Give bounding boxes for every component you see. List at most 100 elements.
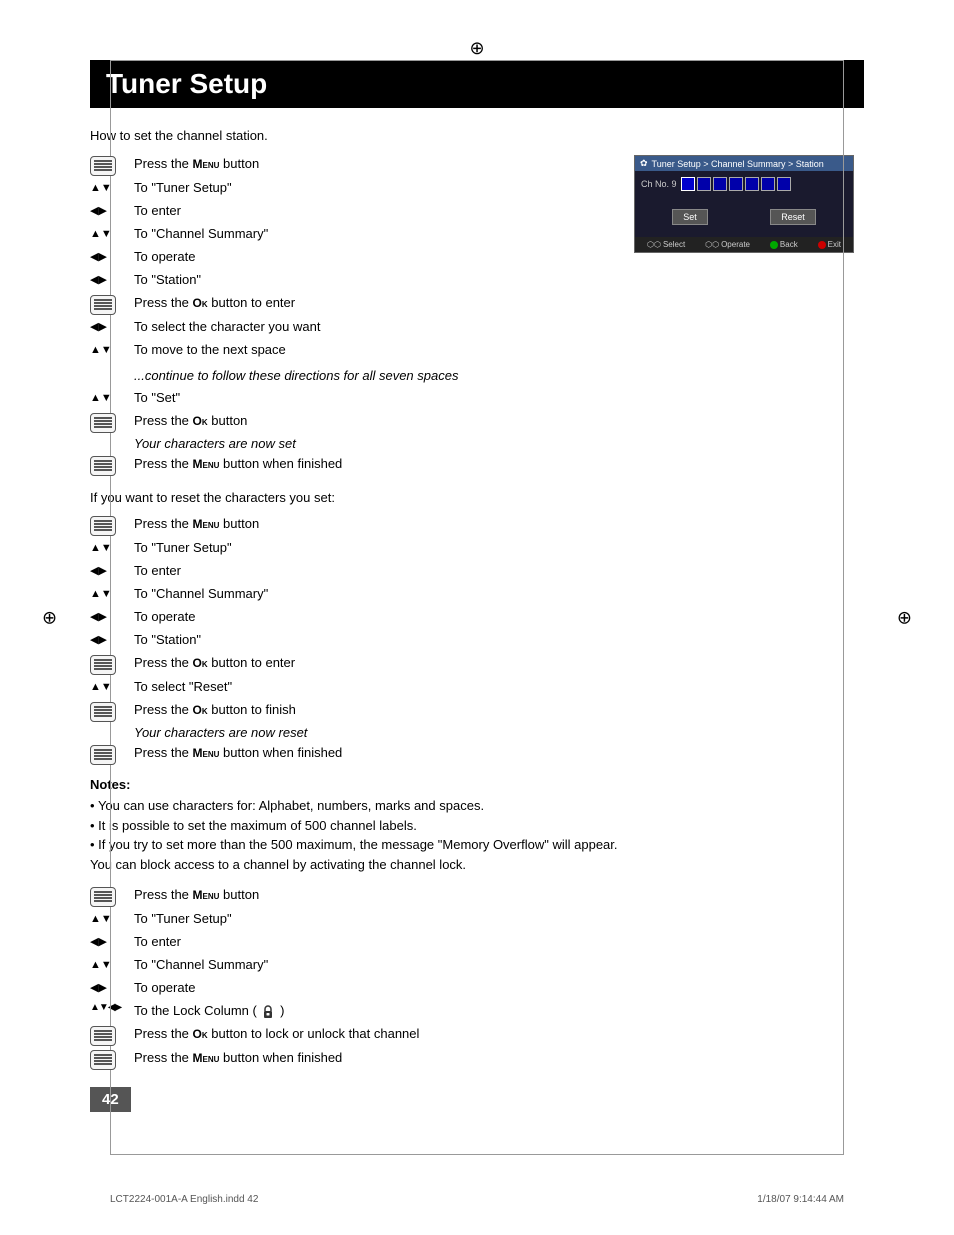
arrow-ud-icon-7 bbox=[90, 678, 134, 693]
step-text-tuner-2: To "Tuner Setup" bbox=[134, 539, 864, 557]
footer-operate: ⬡⬡ Operate bbox=[705, 240, 750, 249]
menu-icon-4 bbox=[90, 455, 134, 476]
step-ok-enter-2: Press the Ok button to enter bbox=[90, 654, 864, 675]
menu-icon-11 bbox=[90, 1049, 134, 1070]
step-select-reset: To select "Reset" bbox=[90, 678, 864, 698]
step-ok-finish: Press the Ok button to finish bbox=[90, 701, 864, 722]
arrow-lr-icon-9 bbox=[90, 979, 134, 994]
step-ok-enter-1: Press the Ok button to enter bbox=[90, 294, 614, 315]
arrow-lr-icon-3 bbox=[90, 271, 134, 286]
step-text-chsum-1: To "Channel Summary" bbox=[134, 225, 614, 243]
step-station-1: To "Station" bbox=[90, 271, 614, 291]
step-text-lockcolumn: To the Lock Column ( ) bbox=[134, 1002, 864, 1020]
arrow-ud-icon-5 bbox=[90, 539, 134, 554]
step-lock-column: ▲▼◀▶ To the Lock Column ( ) bbox=[90, 1002, 864, 1022]
notes-section: Notes: You can use characters for: Alpha… bbox=[90, 777, 864, 874]
chars-now-reset-note: Your characters are now reset bbox=[134, 725, 864, 740]
step-text-nextsp: To move to the next space bbox=[134, 341, 614, 359]
step-text-okbtn-1: Press the Ok button bbox=[134, 412, 864, 430]
arrow-ud-icon-3 bbox=[90, 341, 134, 356]
step-text-menu-2: Press the Menu button bbox=[134, 515, 864, 533]
menu-btn-icon-2 bbox=[90, 295, 116, 315]
char-box-7 bbox=[777, 177, 791, 191]
lock-icon bbox=[262, 1005, 274, 1019]
footer-left-text: LCT2224-001A-A English.indd 42 bbox=[110, 1194, 258, 1205]
section1-layout: Press the Menu button To "Tuner Setup" T… bbox=[90, 155, 864, 364]
reg-mark-left: ⊕ bbox=[42, 607, 57, 628]
step-text-1: Press the Menu button bbox=[134, 155, 614, 173]
arrow-lr-icon-8 bbox=[90, 933, 134, 948]
step-text-ok-1: Press the Ok button to enter bbox=[134, 294, 614, 312]
arrow-lr-icon-4 bbox=[90, 318, 134, 333]
step-press-menu-1: Press the Menu button bbox=[90, 155, 614, 176]
step-text-okfinish: Press the Ok button to finish bbox=[134, 701, 864, 719]
step-text-enter-1: To enter bbox=[134, 202, 614, 220]
char-box-5 bbox=[745, 177, 759, 191]
screenshot-ch-row: Ch No. 9 bbox=[641, 177, 847, 191]
step-ch-summary-3: To "Channel Summary" bbox=[90, 956, 864, 976]
menu-btn-icon-11 bbox=[90, 1050, 116, 1070]
step-enter-2: To enter bbox=[90, 562, 864, 582]
step-text-selreset: To select "Reset" bbox=[134, 678, 864, 696]
step-text-tuner-1: To "Tuner Setup" bbox=[134, 179, 614, 197]
footer-select-label: Select bbox=[663, 240, 685, 249]
step-text-chsum-2: To "Channel Summary" bbox=[134, 585, 864, 603]
step-text-menu-3: Press the Menu button bbox=[134, 886, 864, 904]
arrow-ud-icon-2 bbox=[90, 225, 134, 240]
step-menu-finished-3: Press the Menu button when finished bbox=[90, 1049, 864, 1070]
footer-operate-label: Operate bbox=[721, 240, 750, 249]
reg-mark-top: ⊕ bbox=[469, 38, 484, 59]
arrow-ud-icon-6 bbox=[90, 585, 134, 600]
arrow-lr-icon-7 bbox=[90, 631, 134, 646]
step-menu-finished-1: Press the Menu button when finished bbox=[90, 455, 864, 476]
menu-icon-7 bbox=[90, 701, 134, 722]
note-3: If you try to set more than the 500 maxi… bbox=[90, 835, 864, 855]
step-tuner-setup-3: To "Tuner Setup" bbox=[90, 910, 864, 930]
step-text-toset: To "Set" bbox=[134, 389, 864, 407]
notes-list: You can use characters for: Alphabet, nu… bbox=[90, 796, 864, 855]
footer-back-label: Back bbox=[780, 240, 798, 249]
step-enter-1: To enter bbox=[90, 202, 614, 222]
step-menu-finished-2: Press the Menu button when finished bbox=[90, 744, 864, 765]
menu-icon-10 bbox=[90, 1025, 134, 1046]
footer-select-arrows: ⬡⬡ bbox=[647, 240, 661, 249]
footer-exit-label: Exit bbox=[828, 240, 841, 249]
step-text-tuner-3: To "Tuner Setup" bbox=[134, 910, 864, 928]
chars-now-set-note: Your characters are now set bbox=[134, 436, 864, 451]
step-to-set: To "Set" bbox=[90, 389, 864, 409]
footer-back: Back bbox=[770, 240, 798, 249]
exit-dot bbox=[818, 241, 826, 249]
step-tuner-setup-1: To "Tuner Setup" bbox=[90, 179, 614, 199]
step-operate-3: To operate bbox=[90, 979, 864, 999]
step-text-operate-2: To operate bbox=[134, 608, 864, 626]
char-box-2 bbox=[697, 177, 711, 191]
step-press-menu-2: Press the Menu button bbox=[90, 515, 864, 536]
footer-right-text: 1/18/07 9:14:44 AM bbox=[757, 1194, 844, 1205]
footer-exit: Exit bbox=[818, 240, 841, 249]
arrow-ud-icon-9 bbox=[90, 956, 134, 971]
step-text-menufinish-2: Press the Menu button when finished bbox=[134, 744, 864, 762]
arrow-ud-lr-icon: ▲▼◀▶ bbox=[90, 1002, 134, 1013]
step-ch-summary-1: To "Channel Summary" bbox=[90, 225, 614, 245]
screenshot-panel: ✿ Tuner Setup > Channel Summary > Statio… bbox=[634, 155, 864, 364]
step-ok-lock-unlock: Press the Ok button to lock or unlock th… bbox=[90, 1025, 864, 1046]
menu-btn-icon-7 bbox=[90, 702, 116, 722]
reg-mark-right: ⊕ bbox=[897, 607, 912, 628]
step-text-ok-2: Press the Ok button to enter bbox=[134, 654, 864, 672]
notes-title: Notes: bbox=[90, 777, 864, 792]
footer-select: ⬡⬡ Select bbox=[647, 240, 685, 249]
step-text-operate-1: To operate bbox=[134, 248, 614, 266]
footer-bar: LCT2224-001A-A English.indd 42 1/18/07 9… bbox=[110, 1194, 844, 1205]
footer-operate-arrows: ⬡⬡ bbox=[705, 240, 719, 249]
menu-icon-9 bbox=[90, 886, 134, 907]
arrow-lr-icon-1 bbox=[90, 202, 134, 217]
step-text-station-1: To "Station" bbox=[134, 271, 614, 289]
step-station-2: To "Station" bbox=[90, 631, 864, 651]
border-bottom bbox=[110, 1154, 844, 1155]
char-box-4 bbox=[729, 177, 743, 191]
menu-icon-6 bbox=[90, 654, 134, 675]
step-operate-2: To operate bbox=[90, 608, 864, 628]
step-text-menufinish-3: Press the Menu button when finished bbox=[134, 1049, 864, 1067]
menu-btn-icon-6 bbox=[90, 655, 116, 675]
step-ch-summary-2: To "Channel Summary" bbox=[90, 585, 864, 605]
